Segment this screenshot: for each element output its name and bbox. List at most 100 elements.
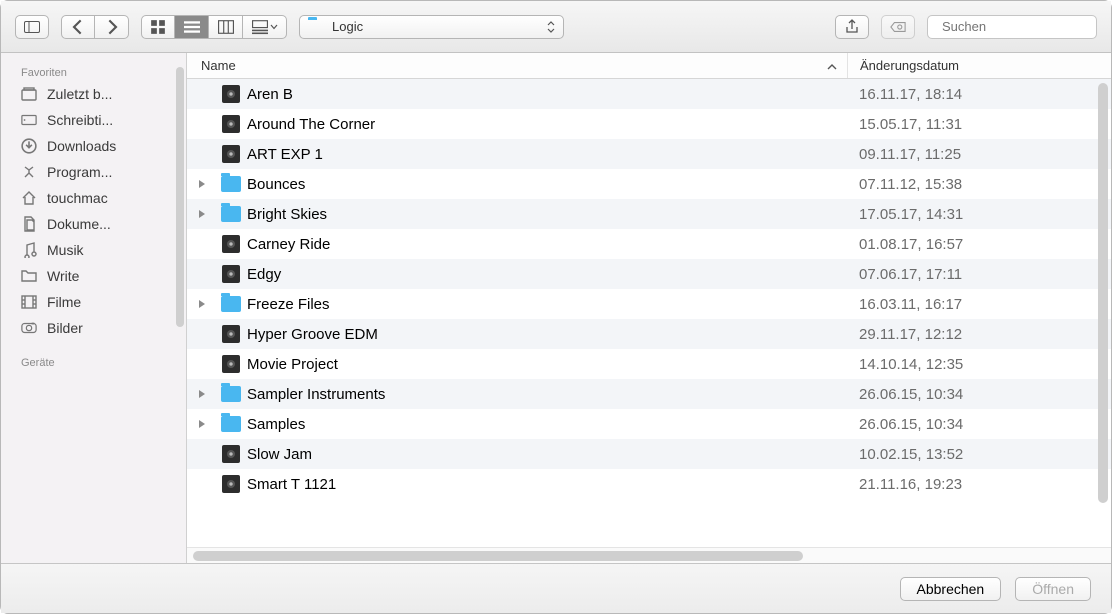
sidebar-scrollbar[interactable] [176, 67, 184, 327]
table-row[interactable]: Slow Jam10.02.15, 13:52 [187, 439, 1111, 469]
table-row[interactable]: Hyper Groove EDM29.11.17, 12:12 [187, 319, 1111, 349]
folder-icon [221, 206, 241, 222]
tag-back-icon [890, 19, 906, 35]
table-row[interactable]: Freeze Files16.03.11, 16:17 [187, 289, 1111, 319]
tags-button[interactable] [881, 15, 915, 39]
table-row[interactable]: Samples26.06.15, 10:34 [187, 409, 1111, 439]
row-name: Around The Corner [245, 116, 847, 133]
movies-icon [19, 293, 39, 311]
table-row[interactable]: Carney Ride01.08.17, 16:57 [187, 229, 1111, 259]
row-name: Bright Skies [245, 206, 847, 223]
music-icon [19, 241, 39, 259]
horizontal-scrollbar[interactable] [187, 547, 1111, 563]
view-group [141, 15, 287, 39]
file-list: Name Änderungsdatum Aren B16.11.17, 18:1… [187, 53, 1111, 563]
logic-project-icon [222, 355, 240, 373]
sidebar-item-folder[interactable]: Write [1, 263, 186, 289]
cancel-button[interactable]: Abbrechen [900, 577, 1002, 601]
sidebar-item-apps[interactable]: Program... [1, 159, 186, 185]
sidebar-item-label: Write [47, 268, 79, 284]
table-row[interactable]: Smart T 112121.11.16, 19:23 [187, 469, 1111, 499]
apps-icon [19, 163, 39, 181]
row-date: 09.11.17, 11:25 [847, 146, 1111, 163]
toolbar: Logic [1, 1, 1111, 53]
sidebar-item-label: Musik [47, 242, 84, 258]
icon-view-button[interactable] [141, 15, 175, 39]
search-input[interactable] [942, 19, 1112, 34]
table-row[interactable]: Movie Project14.10.14, 12:35 [187, 349, 1111, 379]
path-selector[interactable]: Logic [299, 15, 564, 39]
logic-project-icon [222, 115, 240, 133]
share-button[interactable] [835, 15, 869, 39]
grid-icon [150, 19, 166, 35]
sidebar-icon [24, 19, 40, 35]
logic-project-icon [222, 145, 240, 163]
sidebar-item-label: Zuletzt b... [47, 86, 112, 102]
logic-project-icon [222, 85, 240, 103]
column-header-date[interactable]: Änderungsdatum [847, 53, 1111, 78]
sidebar-item-pictures[interactable]: Bilder [1, 315, 186, 341]
row-name: Edgy [245, 266, 847, 283]
disclosure-icon [198, 179, 206, 189]
recent-icon [19, 85, 39, 103]
search-field[interactable] [927, 15, 1097, 39]
table-row[interactable]: Edgy07.06.17, 17:11 [187, 259, 1111, 289]
logic-project-icon [222, 445, 240, 463]
vertical-scrollbar[interactable] [1098, 83, 1108, 503]
sidebar-toggle-button[interactable] [15, 15, 49, 39]
table-row[interactable]: Bright Skies17.05.17, 14:31 [187, 199, 1111, 229]
table-row[interactable]: ART EXP 109.11.17, 11:25 [187, 139, 1111, 169]
folder-icon [308, 20, 326, 34]
row-date: 14.10.14, 12:35 [847, 356, 1111, 373]
row-date: 15.05.17, 11:31 [847, 116, 1111, 133]
row-date: 16.11.17, 18:14 [847, 86, 1111, 103]
sidebar-item-desktop[interactable]: Schreibti... [1, 107, 186, 133]
folder-icon [221, 416, 241, 432]
home-icon [19, 189, 39, 207]
table-row[interactable]: Sampler Instruments26.06.15, 10:34 [187, 379, 1111, 409]
table-row[interactable]: Around The Corner15.05.17, 11:31 [187, 109, 1111, 139]
chevron-down-icon [270, 24, 278, 30]
documents-icon [19, 215, 39, 233]
column-view-button[interactable] [209, 15, 243, 39]
list-header: Name Änderungsdatum [187, 53, 1111, 79]
sidebar-item-music[interactable]: Musik [1, 237, 186, 263]
gallery-view-button[interactable] [243, 15, 287, 39]
sidebar-item-label: Schreibti... [47, 112, 113, 128]
list-view-button[interactable] [175, 15, 209, 39]
row-date: 26.06.15, 10:34 [847, 386, 1111, 403]
row-name: Freeze Files [245, 296, 847, 313]
sidebar-item-movies[interactable]: Filme [1, 289, 186, 315]
chevron-right-icon [104, 19, 120, 35]
sidebar-heading-favorites: Favoriten [1, 61, 186, 81]
back-button[interactable] [61, 15, 95, 39]
sidebar-item-documents[interactable]: Dokume... [1, 211, 186, 237]
folder-icon [221, 296, 241, 312]
column-header-name[interactable]: Name [187, 58, 847, 73]
desktop-icon [19, 111, 39, 129]
row-date: 01.08.17, 16:57 [847, 236, 1111, 253]
footer: Abbrechen Öffnen [1, 563, 1111, 613]
downloads-icon [19, 137, 39, 155]
row-name: Carney Ride [245, 236, 847, 253]
disclosure-icon [198, 419, 206, 429]
share-icon [844, 19, 860, 35]
sidebar-item-label: Downloads [47, 138, 116, 154]
sidebar-item-home[interactable]: touchmac [1, 185, 186, 211]
path-label: Logic [332, 19, 363, 34]
row-name: Sampler Instruments [245, 386, 847, 403]
forward-button[interactable] [95, 15, 129, 39]
disclosure-icon [198, 209, 206, 219]
table-row[interactable]: Aren B16.11.17, 18:14 [187, 79, 1111, 109]
sidebar-item-label: Dokume... [47, 216, 111, 232]
row-name: ART EXP 1 [245, 146, 847, 163]
open-button[interactable]: Öffnen [1015, 577, 1091, 601]
sidebar-item-downloads[interactable]: Downloads [1, 133, 186, 159]
table-row[interactable]: Bounces07.11.12, 15:38 [187, 169, 1111, 199]
sidebar-item-label: Filme [47, 294, 81, 310]
row-name: Slow Jam [245, 446, 847, 463]
sidebar-item-recent[interactable]: Zuletzt b... [1, 81, 186, 107]
updown-icon [547, 21, 555, 33]
sidebar: Favoriten Zuletzt b... Schreibti... Downlo… [1, 53, 187, 563]
row-date: 10.02.15, 13:52 [847, 446, 1111, 463]
